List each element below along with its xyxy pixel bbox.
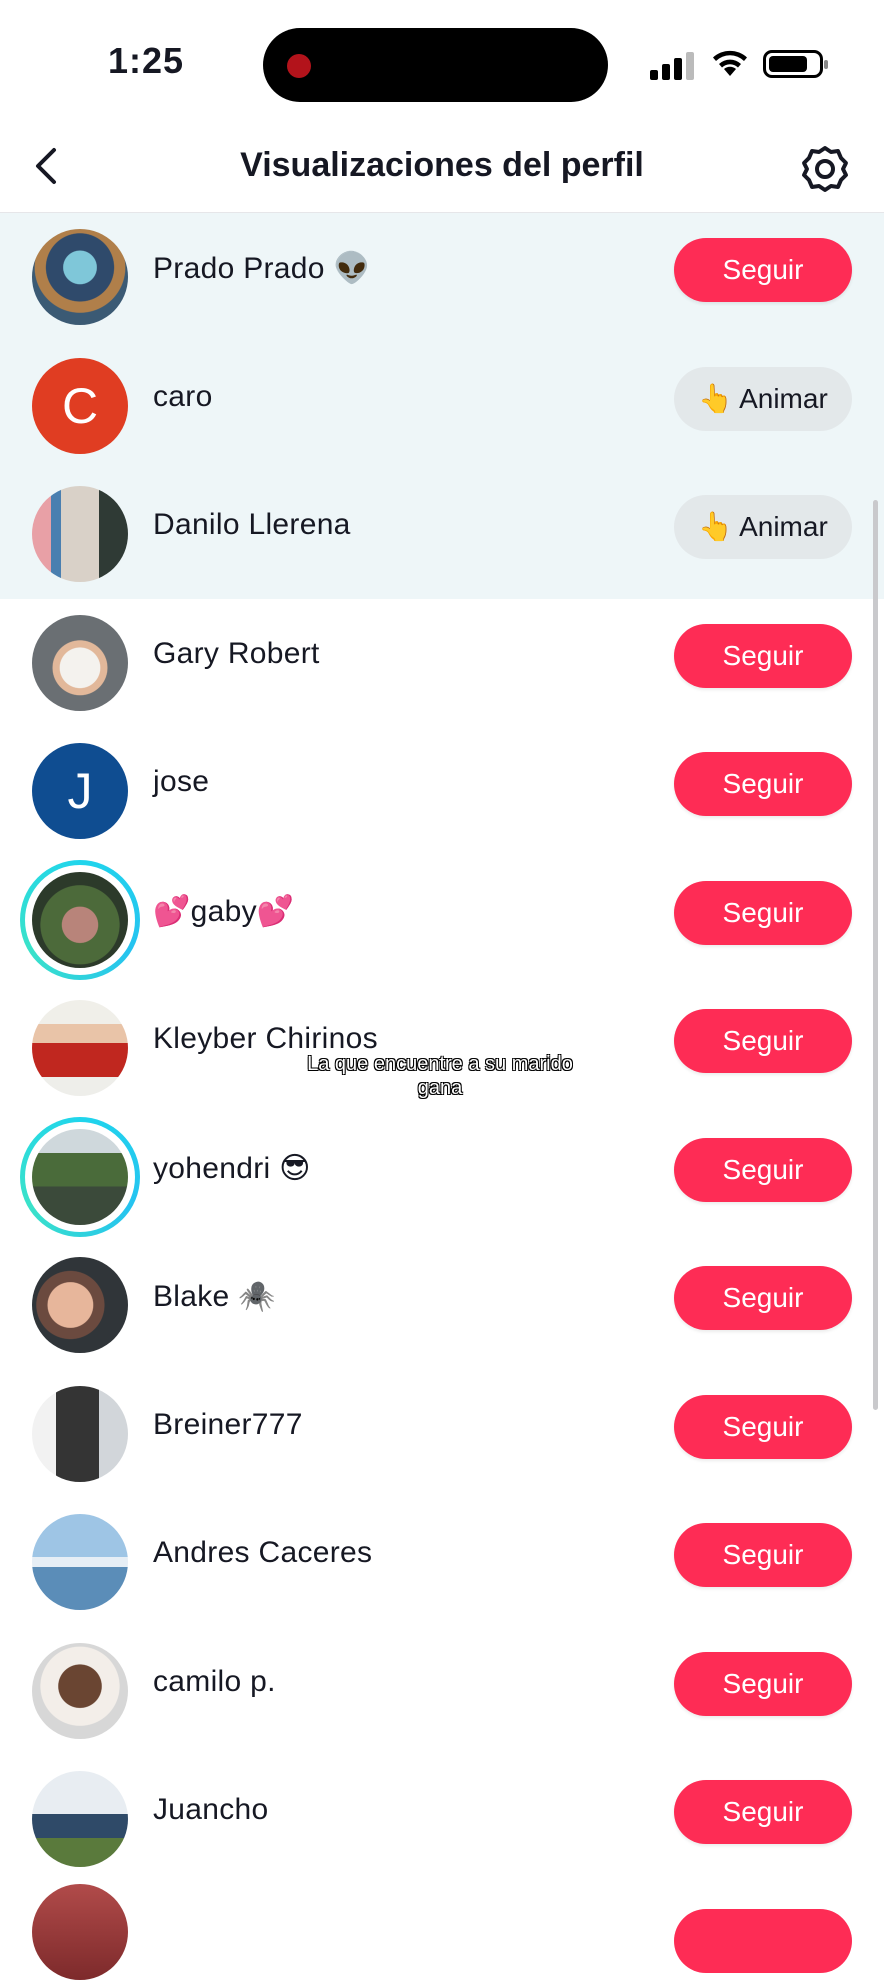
- avatar[interactable]: [20, 1116, 140, 1237]
- avatar: [32, 1884, 128, 1980]
- avatar-image: [32, 486, 128, 582]
- pointing-hand-icon: 👆: [698, 511, 734, 542]
- avatar-image: [32, 1385, 128, 1482]
- follow-button[interactable]: Seguir: [674, 238, 852, 302]
- username[interactable]: Kleyber Chirinos: [153, 1022, 378, 1056]
- username[interactable]: Andres Caceres: [153, 1536, 372, 1570]
- list-item[interactable]: camilo p. Seguir: [0, 1627, 884, 1756]
- scrollbar[interactable]: [873, 500, 878, 1410]
- username[interactable]: Breiner777: [153, 1408, 303, 1442]
- username[interactable]: Gary Robert: [153, 637, 320, 671]
- follow-button[interactable]: Seguir: [674, 1394, 852, 1459]
- follow-button[interactable]: Seguir: [674, 1266, 852, 1330]
- follow-button[interactable]: Seguir: [674, 752, 852, 816]
- avatar-image: J: [32, 743, 128, 839]
- avatar-image: [32, 871, 128, 968]
- list-item[interactable]: Juancho Seguir: [0, 1755, 884, 1884]
- avatar[interactable]: [32, 614, 128, 711]
- top-bar: Visualizaciones del perfil: [0, 120, 884, 213]
- follow-button[interactable]: Seguir: [674, 1523, 852, 1587]
- avatar-letter: C: [61, 377, 99, 434]
- username[interactable]: 💕gaby💕: [153, 894, 295, 929]
- username[interactable]: Juancho: [153, 1793, 269, 1827]
- username[interactable]: jose: [153, 765, 209, 799]
- list-item[interactable]: Blake 🕷️ Seguir: [0, 1241, 884, 1370]
- follow-button[interactable]: [674, 1909, 852, 1973]
- follow-button[interactable]: Seguir: [674, 623, 852, 688]
- video-caption: La que encuentre a su marido gana: [307, 1053, 573, 1099]
- avatar[interactable]: [32, 229, 128, 325]
- follow-button[interactable]: Seguir: [674, 1651, 852, 1716]
- list-item[interactable]: Danilo Llerena 👆 Animar: [0, 470, 884, 599]
- avatar-image: [32, 1257, 128, 1353]
- animar-button[interactable]: 👆 Animar: [674, 495, 852, 559]
- avatar-image: [32, 1771, 128, 1867]
- animar-label: Animar: [739, 511, 828, 542]
- status-time: 1:25: [108, 40, 185, 81]
- avatar-image: [32, 1128, 128, 1225]
- animar-button[interactable]: 👆 Animar: [674, 366, 852, 431]
- wifi-icon: [713, 50, 747, 76]
- follow-button[interactable]: Seguir: [674, 1780, 852, 1844]
- avatar-image: [32, 1000, 128, 1096]
- cellular-signal-icon: [650, 50, 696, 80]
- list-item[interactable]: yohendri 😎 Seguir: [0, 1113, 884, 1242]
- follow-button[interactable]: Seguir: [674, 1137, 852, 1202]
- username[interactable]: yohendri 😎: [153, 1151, 311, 1186]
- avatar[interactable]: [32, 1385, 128, 1482]
- avatar[interactable]: [32, 1514, 128, 1610]
- username[interactable]: Blake 🕷️: [153, 1279, 276, 1314]
- list-item[interactable]: Breiner777 Seguir: [0, 1370, 884, 1499]
- avatar[interactable]: [32, 1771, 128, 1867]
- avatar[interactable]: [32, 1642, 128, 1739]
- profile-views-list: Prado Prado 👽 Seguir Ccaro 👆 Animar Danilo Ll…: [0, 213, 884, 1884]
- list-item[interactable]: Gary Robert Seguir: [0, 599, 884, 728]
- page-title: Visualizaciones del perfil: [240, 146, 644, 184]
- list-item[interactable]: Ccaro 👆 Animar: [0, 341, 884, 470]
- avatar[interactable]: [32, 1257, 128, 1353]
- avatar[interactable]: [32, 486, 128, 582]
- avatar[interactable]: [20, 859, 140, 980]
- avatar[interactable]: J: [32, 743, 128, 839]
- list-item[interactable]: Andres Caceres Seguir: [0, 1498, 884, 1627]
- follow-button[interactable]: Seguir: [674, 1009, 852, 1073]
- settings-button[interactable]: [800, 144, 850, 194]
- list-item[interactable]: Jjose Seguir: [0, 727, 884, 856]
- avatar-image: [32, 1642, 128, 1739]
- follow-button[interactable]: Seguir: [674, 880, 852, 945]
- avatar-image: [32, 1514, 128, 1610]
- list-item[interactable]: Prado Prado 👽 Seguir: [0, 213, 884, 342]
- username[interactable]: caro: [153, 380, 213, 414]
- avatar[interactable]: C: [32, 357, 128, 454]
- username[interactable]: Danilo Llerena: [153, 508, 351, 542]
- battery-icon: [763, 50, 828, 78]
- list-item[interactable]: 💕gaby💕 Seguir: [0, 856, 884, 985]
- avatar-letter: J: [67, 763, 93, 819]
- recording-indicator-icon: [287, 54, 311, 78]
- avatar-image: [32, 614, 128, 711]
- status-bar: 1:25: [0, 0, 884, 120]
- avatar[interactable]: [32, 1000, 128, 1096]
- animar-label: Animar: [739, 382, 828, 414]
- username[interactable]: camilo p.: [153, 1665, 276, 1699]
- username[interactable]: Prado Prado 👽: [153, 251, 371, 286]
- pointing-hand-icon: 👆: [698, 382, 734, 414]
- avatar-image: C: [32, 357, 128, 454]
- partial-list-item: [0, 1884, 884, 1980]
- dynamic-island: [263, 28, 608, 102]
- avatar-image: [32, 229, 128, 325]
